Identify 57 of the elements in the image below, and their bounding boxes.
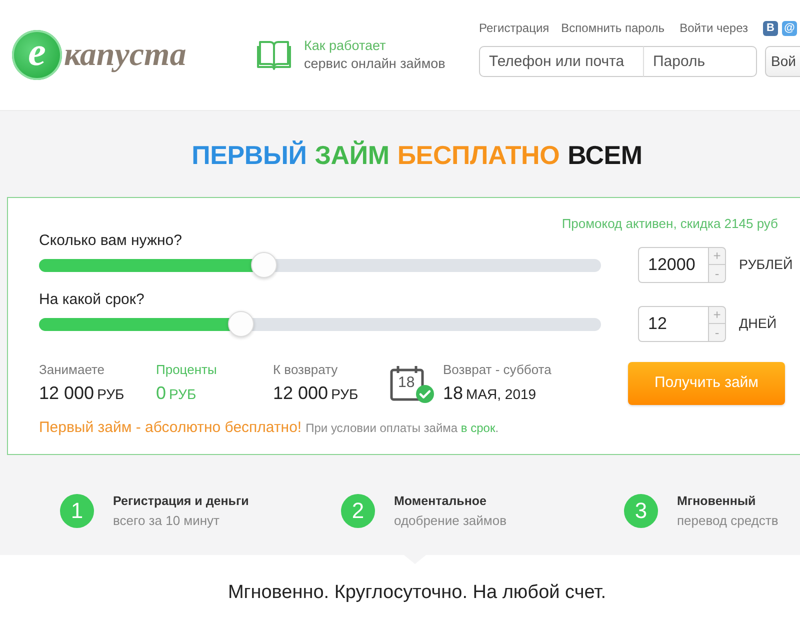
headline-word: ВСЕМ (568, 139, 642, 172)
step-number-badge: 2 (341, 494, 375, 528)
calendar-day: 18 (398, 375, 415, 391)
decrement-button[interactable]: - (708, 324, 726, 342)
step-title: Моментальное (394, 493, 488, 510)
summary-value: 12 000 РУБ (39, 382, 126, 405)
logo-badge[interactable]: e (12, 30, 62, 80)
unit-label: РУБЛЕЙ (739, 256, 793, 274)
step-number-badge: 3 (624, 494, 658, 528)
unit-label: ДНЕЙ (739, 314, 777, 333)
headline-word: БЕСПЛАТНО (397, 139, 560, 172)
check-icon (416, 385, 434, 403)
summary-value: 12 000 РУБ (273, 382, 360, 405)
mail-login-button[interactable]: @ (782, 20, 797, 36)
payment-condition-text: При условии оплаты займа в срок. (306, 421, 499, 435)
step-subtitle: одобрение займов (394, 512, 506, 530)
free-loan-notice: Первый займ - абсолютно бесплатно! (39, 419, 302, 436)
account-link[interactable]: Регистрация (479, 19, 550, 37)
slider-track[interactable] (39, 252, 601, 278)
slider-thumb[interactable] (250, 252, 277, 278)
slider-label: На какой срок? (39, 291, 146, 309)
login-button[interactable]: Вой (765, 46, 800, 77)
increment-button[interactable]: + (708, 306, 726, 324)
step-subtitle: перевод средств (677, 512, 778, 530)
number-input[interactable]: 12 (638, 306, 708, 342)
summary-label: Занимаете (39, 362, 106, 378)
decrement-button[interactable]: - (708, 265, 726, 283)
logo-wordmark[interactable]: капуста (64, 38, 186, 72)
return-date-label: Возврат - суббота (443, 362, 552, 378)
headline-word: ПЕРВЫЙ (192, 139, 307, 172)
summary-label: К возврату (273, 362, 339, 378)
get-loan-button[interactable]: Получить займ (628, 362, 785, 405)
slider-track[interactable] (39, 311, 601, 337)
promo-code-status: Промокод активен, скидка 2145 руб (560, 216, 778, 232)
how-it-works-link[interactable]: Как работает (304, 37, 446, 55)
step-subtitle: всего за 10 минут (113, 512, 220, 530)
step-number-badge: 1 (60, 494, 94, 528)
increment-button[interactable]: + (708, 247, 726, 265)
headline-word: ЗАЙМ (314, 139, 390, 172)
summary-label: Проценты (156, 362, 218, 378)
account-link[interactable]: Вспомнить пароль (561, 19, 665, 37)
summary-value: 0 РУБ (156, 382, 198, 405)
book-icon (257, 39, 291, 71)
password-field[interactable]: Пароль (643, 46, 757, 77)
on-time-link[interactable]: в срок (460, 421, 496, 435)
number-input[interactable]: 12000 (638, 247, 708, 283)
phone-field[interactable]: Телефон или почта (479, 46, 644, 77)
return-date-value: 18 МАЯ, 2019 (443, 382, 538, 405)
how-it-works-subtitle: сервис онлайн займов (304, 55, 446, 73)
slider-thumb[interactable] (228, 311, 254, 337)
calendar-icon (390, 365, 424, 401)
tagline: Мгновенно. Круглосуточно. На любой счет. (226, 581, 608, 605)
slider-label: Сколько вам нужно? (39, 232, 183, 250)
step-title: Мгновенный (677, 493, 757, 510)
step-title: Регистрация и деньги (113, 493, 249, 510)
social-login-button[interactable]: В (763, 20, 778, 36)
social-login-label: Войти через (680, 20, 748, 37)
